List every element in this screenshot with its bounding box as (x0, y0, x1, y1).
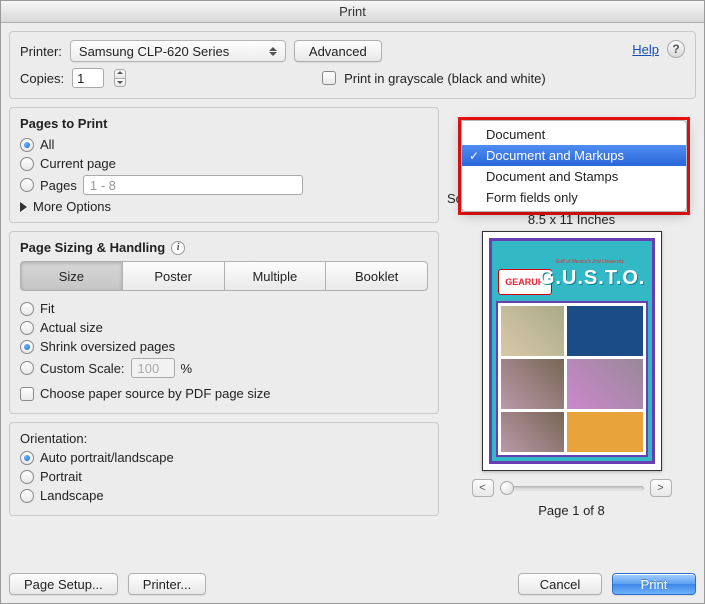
cancel-button[interactable]: Cancel (518, 573, 602, 595)
gusto-title: G.U.S.T.O. (539, 267, 646, 290)
sizing-handling-group: Page Sizing & Handling i Size Poster Mul… (9, 231, 439, 414)
custom-scale-input[interactable]: 100 (131, 358, 175, 378)
next-page-button[interactable]: > (650, 479, 672, 497)
printer-label: Printer: (20, 44, 62, 59)
page-slider-track[interactable] (500, 486, 644, 491)
copies-stepper[interactable] (114, 69, 126, 87)
prev-page-button[interactable]: < (472, 479, 494, 497)
slider-thumb[interactable] (500, 481, 514, 495)
disclosure-triangle-icon (20, 202, 27, 212)
orientation-title: Orientation: (20, 431, 428, 446)
custom-label: Custom Scale: (40, 361, 125, 376)
radio-auto-orient[interactable] (20, 451, 34, 465)
seg-size[interactable]: Size (20, 261, 123, 291)
orientation-group: Orientation: Auto portrait/landscape Por… (9, 422, 439, 516)
radio-custom[interactable] (20, 361, 34, 375)
pages-to-print-group: Pages to Print All Current page Pages 1 … (9, 107, 439, 223)
paper-source-checkbox[interactable] (20, 387, 34, 401)
landscape-label: Landscape (40, 488, 104, 503)
printer-button[interactable]: Printer... (128, 573, 206, 595)
page-slider: < > (472, 479, 672, 497)
print-button[interactable]: Print (612, 573, 696, 595)
radio-current[interactable] (20, 157, 34, 171)
radio-all[interactable] (20, 138, 34, 152)
fit-label: Fit (40, 301, 54, 316)
more-options-label: More Options (33, 199, 111, 214)
dd-document-stamps[interactable]: Document and Stamps (462, 166, 686, 187)
auto-orient-label: Auto portrait/landscape (40, 450, 174, 465)
grayscale-checkbox[interactable] (322, 71, 336, 85)
grayscale-label: Print in grayscale (black and white) (344, 71, 546, 86)
printer-copies-group: Printer: Samsung CLP-620 Series Advanced… (9, 31, 696, 99)
current-label: Current page (40, 156, 116, 171)
stepper-down-icon[interactable] (114, 78, 126, 87)
page-range-input[interactable]: 1 - 8 (83, 175, 303, 195)
dialog-footer: Page Setup... Printer... Cancel Print (1, 565, 704, 603)
dd-document-markups[interactable]: ✓ Document and Markups (462, 145, 686, 166)
dd-form-fields[interactable]: Form fields only (462, 187, 686, 211)
portrait-label: Portrait (40, 469, 82, 484)
radio-pages[interactable] (20, 178, 34, 192)
shrink-label: Shrink oversized pages (40, 339, 175, 354)
comments-forms-dropdown[interactable]: Document ✓ Document and Markups Document… (461, 120, 687, 212)
radio-landscape[interactable] (20, 489, 34, 503)
all-label: All (40, 137, 54, 152)
stepper-up-icon[interactable] (114, 69, 126, 78)
comments-forms-highlight: Document ✓ Document and Markups Document… (458, 117, 690, 215)
radio-actual[interactable] (20, 321, 34, 335)
more-options-toggle[interactable]: More Options (20, 199, 428, 214)
seg-booklet[interactable]: Booklet (326, 261, 428, 291)
seg-multiple[interactable]: Multiple (225, 261, 327, 291)
print-dialog: Print Printer: Samsung CLP-620 Series Ad… (0, 0, 705, 604)
help-link[interactable]: Help (632, 42, 659, 57)
check-icon: ✓ (469, 149, 479, 163)
advanced-button[interactable]: Advanced (294, 40, 382, 62)
pages-label: Pages (40, 178, 77, 193)
help-icon[interactable]: ? (667, 40, 685, 58)
updown-caret-icon (265, 43, 281, 59)
document-thumbnail: GEARUP Gulf of Mexico's 2nd University G… (489, 238, 655, 464)
actual-label: Actual size (40, 320, 103, 335)
copies-label: Copies: (20, 71, 64, 86)
seg-poster[interactable]: Poster (123, 261, 225, 291)
radio-fit[interactable] (20, 302, 34, 316)
page-preview: GEARUP Gulf of Mexico's 2nd University G… (482, 231, 662, 471)
window-title: Print (1, 1, 704, 23)
radio-portrait[interactable] (20, 470, 34, 484)
copies-input[interactable]: 1 (72, 68, 104, 88)
paper-source-label: Choose paper source by PDF page size (40, 386, 271, 401)
percent-label: % (181, 361, 193, 376)
page-indicator: Page 1 of 8 (447, 503, 696, 518)
sizing-segmented: Size Poster Multiple Booklet (20, 261, 428, 291)
dd-document[interactable]: Document (462, 121, 686, 145)
info-icon[interactable]: i (171, 241, 185, 255)
page-setup-button[interactable]: Page Setup... (9, 573, 118, 595)
radio-shrink[interactable] (20, 340, 34, 354)
sizing-title: Page Sizing & Handling (20, 240, 165, 255)
pages-to-print-title: Pages to Print (20, 116, 428, 131)
printer-select[interactable]: Samsung CLP-620 Series (70, 40, 286, 62)
printer-value: Samsung CLP-620 Series (79, 44, 229, 59)
